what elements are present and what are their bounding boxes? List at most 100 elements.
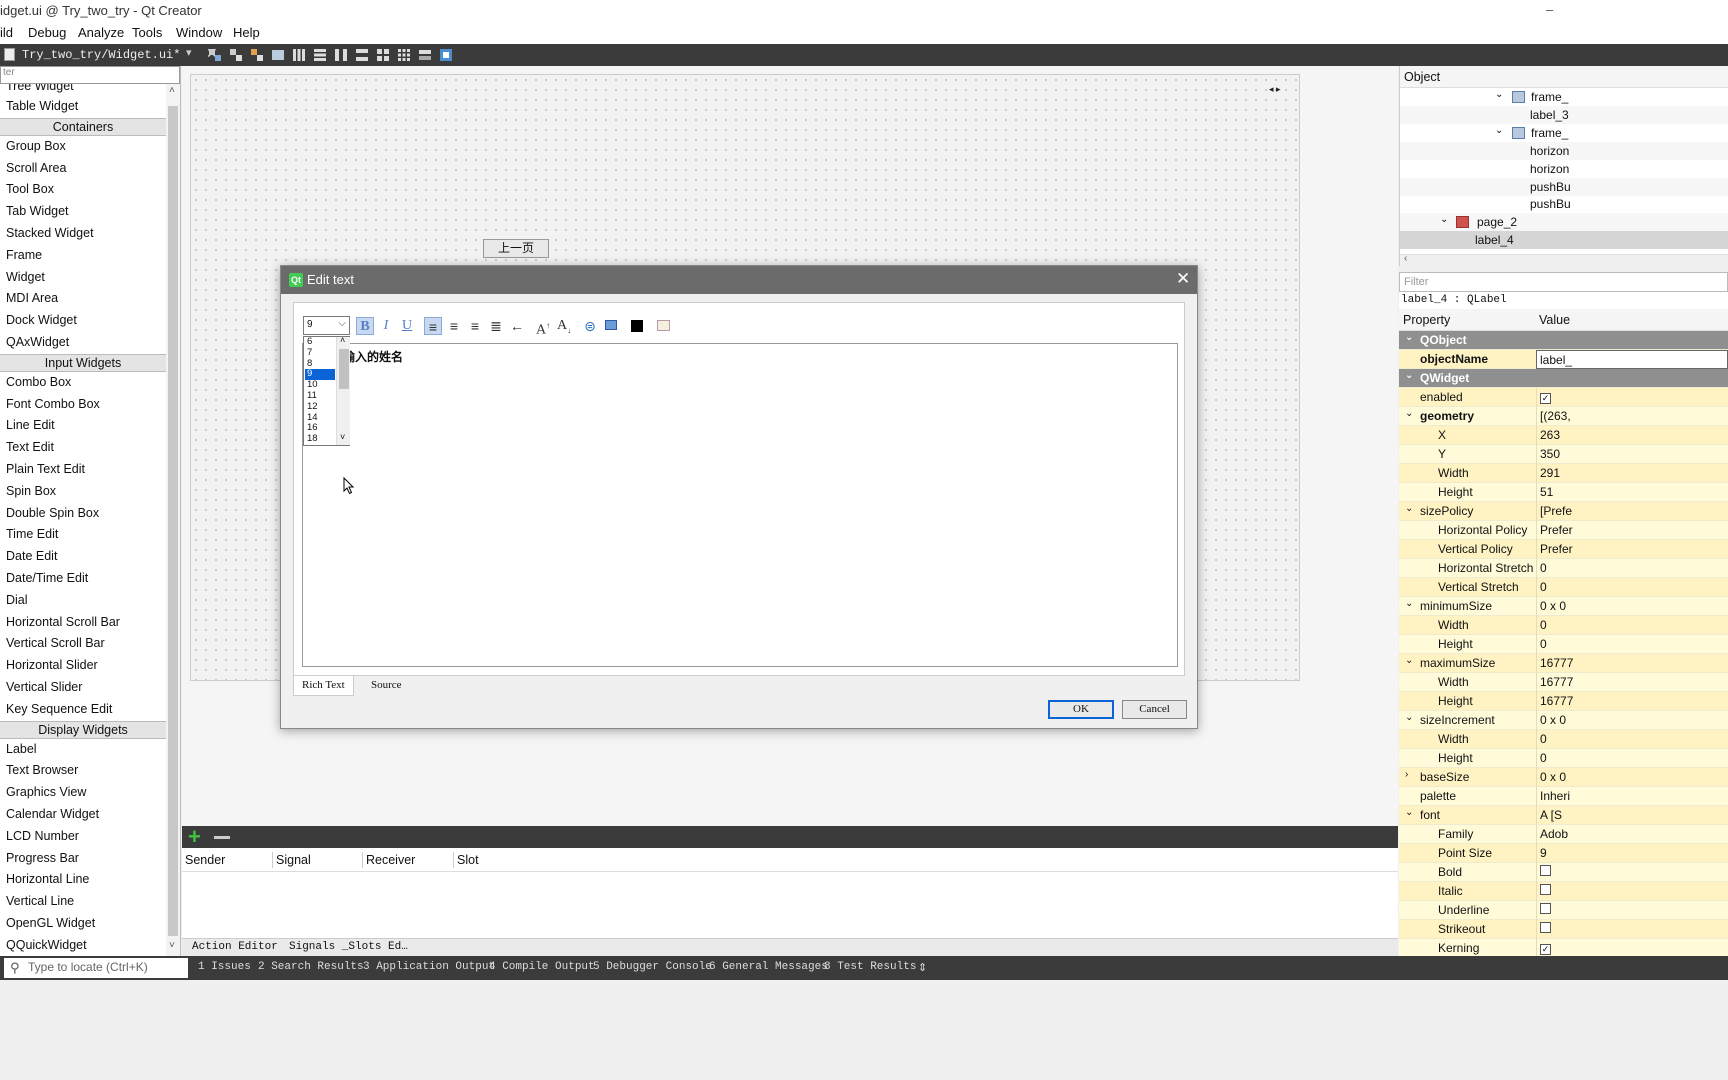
insert-image-icon[interactable] xyxy=(602,317,620,335)
simplify-html-icon[interactable] xyxy=(654,317,672,335)
checkbox-unchecked-icon[interactable] xyxy=(1540,903,1551,914)
menu-tools[interactable]: Tools xyxy=(132,25,162,40)
property-value[interactable]: 291 xyxy=(1536,464,1728,483)
property-row[interactable]: Strikeout xyxy=(1399,920,1728,939)
widget-item[interactable]: Frame xyxy=(0,245,166,267)
property-filter-input[interactable]: Filter xyxy=(1399,272,1728,292)
pane-general-messages[interactable]: 6 General Messages xyxy=(709,961,828,973)
font-size-dropdown[interactable]: 6 7 8 9 10 11 12 14 16 18 ˄ ˅ xyxy=(303,335,350,446)
property-row[interactable]: Horizontal Stretch 0 xyxy=(1399,559,1728,578)
add-connection-icon[interactable]: + xyxy=(188,824,201,850)
property-value[interactable]: 0 x 0 xyxy=(1536,768,1728,787)
property-value[interactable]: 16777 xyxy=(1536,654,1728,673)
object-tree-row[interactable]: label_3 xyxy=(1400,105,1728,124)
property-value[interactable]: 0 xyxy=(1536,730,1728,749)
widget-item[interactable]: Scroll Area xyxy=(0,158,166,180)
property-row[interactable]: ⌄ geometry [(263, xyxy=(1399,407,1728,426)
widget-item[interactable]: Tree Widget xyxy=(0,84,166,96)
page-nav-arrows-icon[interactable]: ◂ ▸ xyxy=(1269,84,1281,95)
property-value[interactable]: 9 xyxy=(1536,844,1728,863)
layout-form-icon[interactable] xyxy=(376,48,390,62)
property-value[interactable]: 0 x 0 xyxy=(1536,711,1728,730)
property-value[interactable]: 0 xyxy=(1536,635,1728,654)
property-row[interactable]: ⌄ maximumSize 16777 xyxy=(1399,654,1728,673)
widget-item[interactable]: Time Edit xyxy=(0,524,166,546)
object-tree-row[interactable]: pushBu xyxy=(1400,177,1728,196)
property-value[interactable]: Prefer xyxy=(1536,540,1728,559)
property-value[interactable]: 0 xyxy=(1536,616,1728,635)
property-row[interactable]: X 263 xyxy=(1399,426,1728,445)
menu-analyze[interactable]: Analyze xyxy=(78,25,124,40)
collapse-arrow-icon[interactable]: ⌄ xyxy=(1405,408,1413,419)
adjust-size-icon[interactable] xyxy=(439,48,453,62)
widget-item[interactable]: QAxWidget xyxy=(0,332,166,354)
property-row[interactable]: Horizontal Policy Prefer xyxy=(1399,521,1728,540)
property-value[interactable]: [(263, xyxy=(1536,407,1728,426)
scroll-down-icon[interactable]: ˅ xyxy=(169,940,175,951)
widget-item[interactable]: Label xyxy=(0,739,166,761)
text-color-icon[interactable] xyxy=(628,317,646,335)
widget-item[interactable]: Stacked Widget xyxy=(0,223,166,245)
scroll-thumb[interactable] xyxy=(168,106,178,936)
object-h-scrollbar[interactable]: ‹ xyxy=(1400,253,1728,266)
widget-category[interactable]: Input Widgets xyxy=(0,353,166,372)
widget-item[interactable]: Text Browser xyxy=(0,760,166,782)
bold-icon[interactable]: B xyxy=(356,317,374,335)
widget-filter-input[interactable]: ter xyxy=(0,66,180,84)
widget-item[interactable]: Date/Time Edit xyxy=(0,568,166,590)
property-value[interactable]: A [S xyxy=(1536,806,1728,825)
chevron-down-icon[interactable]: ▾ xyxy=(186,46,192,59)
pane-search-results[interactable]: 2 Search Results xyxy=(258,961,364,973)
widget-item[interactable]: Dial xyxy=(0,590,166,612)
scroll-up-icon[interactable]: ˄ xyxy=(340,335,345,345)
layout-splitter-v-icon[interactable] xyxy=(355,48,369,62)
property-checkbox[interactable] xyxy=(1536,901,1728,920)
object-tree-row[interactable]: horizon xyxy=(1400,160,1728,178)
widget-item[interactable]: MDI Area xyxy=(0,288,166,310)
property-row[interactable]: palette Inheri xyxy=(1399,787,1728,806)
widget-item[interactable]: Dock Widget xyxy=(0,310,166,332)
property-value[interactable]: 350 xyxy=(1536,445,1728,464)
property-checkbox[interactable]: ✓ xyxy=(1536,939,1728,956)
widget-category[interactable]: Containers xyxy=(0,117,166,136)
font-size-combo[interactable]: 9 ⌵ xyxy=(303,316,350,335)
object-tree-row[interactable]: ⌄ frame_ xyxy=(1400,124,1728,142)
font-size-option[interactable]: 12 xyxy=(305,401,335,413)
col-value[interactable]: Value xyxy=(1539,313,1570,327)
property-value[interactable]: 263 xyxy=(1536,426,1728,445)
widget-item[interactable]: Graphics View xyxy=(0,782,166,804)
rich-text-edit[interactable]: 输入的姓名 xyxy=(302,343,1178,667)
widget-item[interactable]: Line Edit xyxy=(0,415,166,437)
object-tree-row[interactable]: ⌄ page_2 xyxy=(1400,213,1728,232)
scroll-down-icon[interactable]: ˅ xyxy=(340,432,345,442)
checkbox-unchecked-icon[interactable] xyxy=(1540,865,1551,876)
align-left-icon[interactable]: ≡ xyxy=(424,317,442,335)
expand-arrow-icon[interactable]: ⌄ xyxy=(1440,214,1448,225)
collapse-arrow-icon[interactable]: ⌄ xyxy=(1405,598,1413,609)
property-value[interactable]: [Prefe xyxy=(1536,502,1728,521)
dropdown-scrollbar[interactable]: ˄ ˅ xyxy=(336,335,350,445)
object-tree-row[interactable]: label_4 xyxy=(1400,231,1728,250)
font-size-option[interactable]: 18 xyxy=(305,433,335,445)
widget-item[interactable]: Font Combo Box xyxy=(0,394,166,416)
property-row[interactable]: Italic xyxy=(1399,882,1728,901)
widget-item[interactable]: Text Edit xyxy=(0,437,166,459)
insert-link-icon[interactable]: ⊜ xyxy=(581,317,599,335)
property-section[interactable]: ⌄ QObject xyxy=(1399,331,1728,350)
col-property[interactable]: Property xyxy=(1403,313,1450,327)
property-row[interactable]: Height 0 xyxy=(1399,635,1728,654)
widget-category[interactable]: Display Widgets xyxy=(0,720,166,739)
widget-item[interactable]: Vertical Line xyxy=(0,891,166,913)
object-tree-row[interactable]: horizon xyxy=(1400,141,1728,160)
property-row[interactable]: Width 0 xyxy=(1399,730,1728,749)
close-icon[interactable]: ✕ xyxy=(1176,269,1190,289)
tab-source[interactable]: Source xyxy=(363,676,410,696)
property-checkbox[interactable]: ✓ xyxy=(1536,388,1728,407)
subscript-icon[interactable]: A↓ xyxy=(555,317,573,335)
property-row[interactable]: Bold xyxy=(1399,863,1728,882)
align-justify-icon[interactable]: ≣ xyxy=(487,317,505,335)
property-value[interactable]: 0 xyxy=(1536,559,1728,578)
widget-item[interactable]: Date Edit xyxy=(0,546,166,568)
collapse-arrow-icon[interactable]: ⌄ xyxy=(1405,503,1413,514)
edit-signals-icon[interactable] xyxy=(229,48,243,62)
